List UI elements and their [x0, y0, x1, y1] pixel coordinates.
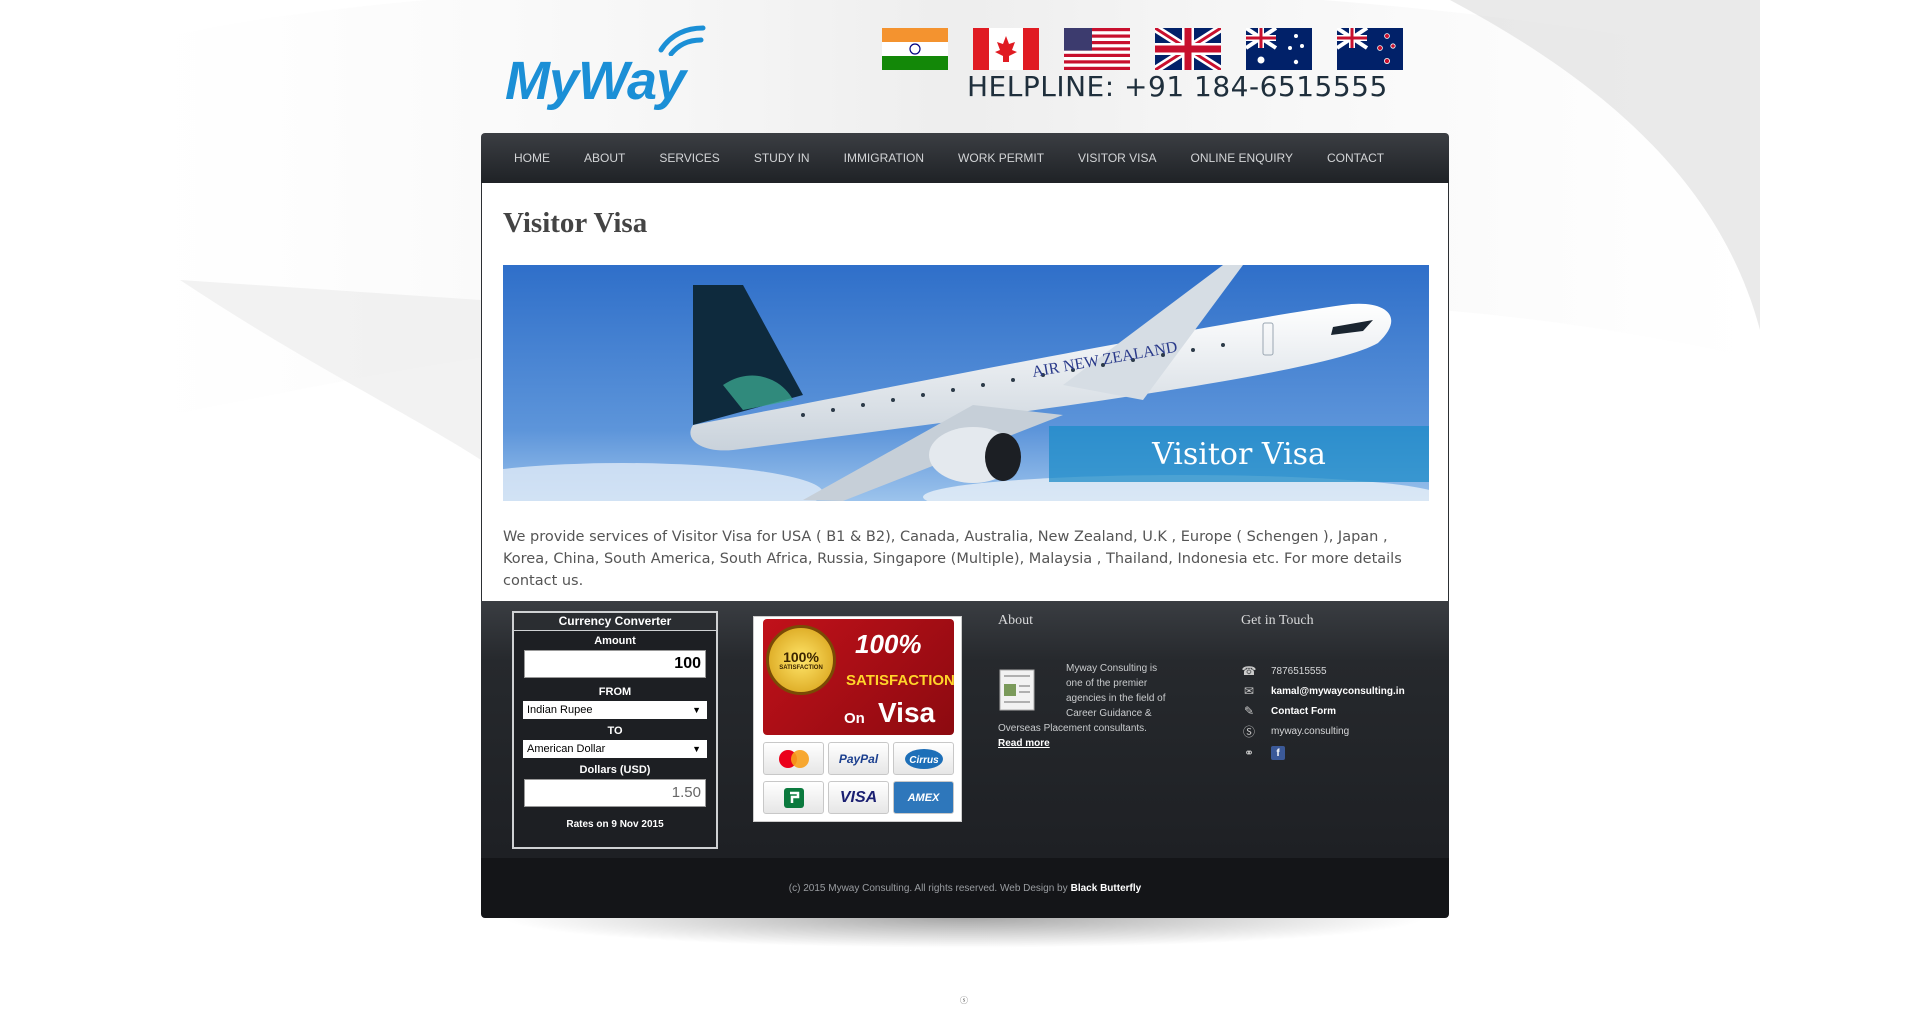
amex-icon: AMEX	[893, 781, 954, 814]
nav-online-enquiry[interactable]: ONLINE ENQUIRY	[1174, 151, 1310, 165]
contact-email: ✉ kamal@mywayconsulting.in	[1241, 681, 1405, 701]
from-label: FROM	[598, 686, 632, 698]
contact-skype: Ⓢ myway.consulting	[1241, 721, 1405, 741]
pencil-icon: ✎	[1243, 704, 1255, 718]
read-more-link[interactable]: Read more	[998, 736, 1188, 751]
skype-icon: Ⓢ	[1242, 724, 1255, 739]
banner-visitor-visa-label: Visitor Visa	[1049, 426, 1429, 482]
payment-cards: PayPal Cirrus VISA AMEX	[763, 742, 954, 814]
helpline-number: HELPLINE: +91 184-6515555	[967, 70, 1388, 103]
dropdown-arrow-icon: ▼	[692, 705, 701, 715]
copyright-text: (c) 2015 Myway Consulting. All rights re…	[788, 882, 1068, 894]
result-output[interactable]: 1.50	[524, 779, 706, 807]
contact-form-link[interactable]: Contact Form	[1271, 706, 1336, 717]
main-content: Visitor Visa AIR NEW ZEALAND Visitor Vis…	[481, 183, 1449, 601]
mastercard-icon	[763, 742, 824, 775]
about-title: About	[998, 613, 1033, 628]
new-zealand-flag-icon[interactable]	[1337, 28, 1403, 70]
canada-flag-icon[interactable]	[973, 28, 1039, 70]
skype-id[interactable]: myway.consulting	[1271, 726, 1349, 737]
country-flags	[882, 28, 1403, 70]
nav-visitor-visa[interactable]: VISITOR VISA	[1061, 151, 1173, 165]
bottom-glyph: ⓢ	[960, 996, 968, 1005]
satisfaction-visa: Visa	[878, 697, 936, 728]
credit-card-icon	[763, 781, 824, 814]
nav-services[interactable]: SERVICES	[642, 151, 736, 165]
rates-date-text: Rates on 9 Nov 2015	[514, 819, 716, 830]
rates-prefix: Rates on	[566, 819, 609, 830]
result-label: Dollars (USD)	[579, 764, 651, 776]
about-line: Myway Consulting is	[1066, 663, 1158, 674]
about-line: Career Guidance &	[1066, 708, 1152, 719]
nav-about[interactable]: ABOUT	[567, 151, 642, 165]
usa-flag-icon[interactable]	[1064, 28, 1130, 70]
footer-widgets: Currency Converter Amount 100 FROM India…	[481, 601, 1449, 858]
about-text: Myway Consulting is one of the premier a…	[998, 661, 1188, 751]
rates-date: 9 Nov 2015	[611, 819, 664, 830]
contact-list: ☎ 7876515555 ✉ kamal@mywayconsulting.in …	[1241, 661, 1405, 765]
phone-number: 7876515555	[1271, 665, 1327, 677]
footer-copyright-bar: (c) 2015 Myway Consulting. All rights re…	[481, 858, 1449, 918]
satisfaction-banner: 100% SATISFACTION 100% SATISFACTION On V…	[763, 619, 955, 735]
to-currency-select[interactable]: American Dollar ▼	[523, 740, 707, 758]
paypal-icon: PayPal	[828, 742, 889, 775]
link-icon: ⚭	[1243, 746, 1255, 760]
amount-input[interactable]: 100	[524, 650, 706, 678]
myway-logo[interactable]: MyWay	[505, 18, 715, 111]
facebook-icon[interactable]: f	[1271, 746, 1285, 760]
cirrus-icon: Cirrus	[893, 742, 954, 775]
nav-immigration[interactable]: IMMIGRATION	[827, 151, 941, 165]
mail-icon: ✉	[1243, 684, 1255, 698]
nav-contact[interactable]: CONTACT	[1310, 151, 1401, 165]
about-line: Overseas Placement consultants.	[998, 723, 1147, 734]
main-navigation: HOME ABOUT SERVICES STUDY IN IMMIGRATION…	[481, 133, 1449, 183]
uk-flag-icon[interactable]	[1155, 28, 1221, 70]
amount-label: Amount	[594, 635, 636, 647]
contact-form: ✎ Contact Form	[1241, 701, 1405, 721]
dropdown-arrow-icon: ▼	[692, 744, 701, 754]
satisfaction-word: SATISFACTION	[846, 672, 955, 689]
email-link[interactable]: kamal@mywayconsulting.in	[1271, 686, 1405, 697]
seal-percent: 100%	[783, 649, 819, 665]
currency-converter-title: Currency Converter	[514, 613, 716, 631]
nav-home[interactable]: HOME	[497, 151, 567, 165]
about-line: agencies in the field of	[1066, 693, 1166, 704]
phone-icon: ☎	[1241, 664, 1257, 678]
to-label: TO	[607, 725, 623, 737]
satisfaction-badge: 100% SATISFACTION 100% SATISFACTION On V…	[753, 616, 962, 822]
cirrus-label: Cirrus	[909, 755, 939, 766]
visa-description: We provide services of Visitor Visa for …	[503, 529, 1402, 589]
nav-study-in[interactable]: STUDY IN	[737, 151, 827, 165]
satisfaction-on: On	[844, 710, 865, 727]
visa-card-icon: VISA	[828, 781, 889, 814]
get-in-touch-title: Get in Touch	[1241, 613, 1314, 628]
to-currency-value: American Dollar	[527, 743, 606, 755]
page-title: Visitor Visa	[503, 207, 648, 239]
contact-social: ⚭ f	[1241, 741, 1405, 765]
india-flag-icon[interactable]	[882, 28, 948, 70]
about-line: one of the premier	[1066, 678, 1148, 689]
satisfaction-percent: 100%	[855, 629, 922, 659]
page-shadow	[499, 918, 1429, 948]
satisfaction-seal-icon: 100% SATISFACTION	[766, 625, 836, 695]
from-currency-select[interactable]: Indian Rupee ▼	[523, 701, 707, 719]
logo-text: MyWay	[505, 51, 686, 111]
currency-converter: Currency Converter Amount 100 FROM India…	[512, 611, 718, 849]
contact-phone: ☎ 7876515555	[1241, 661, 1405, 681]
seal-text: SATISFACTION	[779, 665, 823, 671]
nav-work-permit[interactable]: WORK PERMIT	[941, 151, 1061, 165]
visitor-visa-banner: AIR NEW ZEALAND Visitor Visa	[503, 265, 1429, 501]
from-currency-value: Indian Rupee	[527, 704, 593, 716]
designer-link[interactable]: Black Butterfly	[1071, 883, 1142, 894]
australia-flag-icon[interactable]	[1246, 28, 1312, 70]
